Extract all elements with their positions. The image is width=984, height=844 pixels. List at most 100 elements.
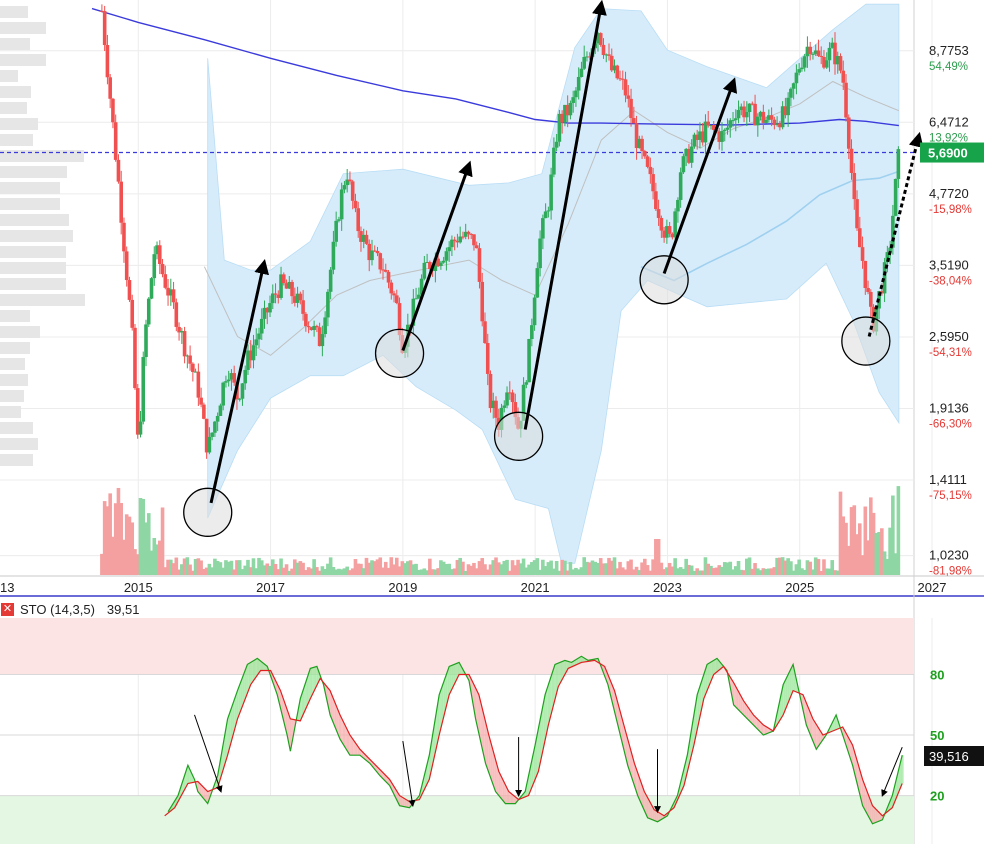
close-icon[interactable]: ✕: [1, 602, 14, 616]
candle-body: [844, 82, 848, 118]
stoch-fill: [289, 717, 292, 748]
candle-body: [422, 262, 427, 279]
candle-body: [576, 76, 581, 91]
stoch-fill: [349, 733, 351, 756]
volume-profile-bar: [0, 22, 46, 34]
stoch-fill: [817, 726, 819, 748]
candle-body: [439, 262, 443, 266]
candle-body: [191, 363, 195, 372]
candle-body: [259, 318, 264, 334]
volume-profile-bar: [0, 118, 38, 130]
stoch-fill: [340, 714, 342, 742]
volume-profile-bar: [0, 326, 40, 338]
price-pct-label: -66,30%: [929, 419, 972, 431]
candle-body: [394, 295, 399, 304]
volume-profile-bar: [0, 342, 30, 354]
stoch-level-label: 20: [930, 789, 944, 804]
annotation-circle: [841, 316, 891, 366]
candle-body: [791, 83, 796, 89]
candle-body: [728, 120, 733, 128]
volume-profile-bar: [0, 86, 31, 98]
candle-body: [841, 70, 846, 83]
candle-body: [108, 77, 112, 99]
candle-body: [756, 116, 760, 126]
candle-body: [483, 321, 487, 344]
stoch-fill: [646, 796, 649, 818]
candle-body: [532, 297, 537, 326]
candle-body: [827, 47, 832, 61]
candle-body: [574, 90, 578, 98]
price-pct-label: -15,98%: [929, 204, 972, 216]
time-tick-label: 13: [0, 580, 14, 595]
indicator-name[interactable]: STO (14,3,5): [20, 602, 95, 617]
candle-body: [342, 185, 347, 190]
candle-body: [182, 331, 187, 357]
chart-canvas[interactable]: 8,7753 54,49% 6,4712 13,92% 4,7720 -15,98% 3,5…: [0, 0, 984, 844]
candle-body: [414, 298, 418, 300]
price-pct-label: -81,98%: [929, 566, 972, 578]
stoch-fill: [788, 671, 790, 702]
stoch-fill: [763, 724, 765, 735]
candle-body: [466, 231, 471, 234]
volume-profile-bar: [0, 374, 28, 386]
candle-body: [328, 269, 333, 292]
candle-body: [447, 247, 451, 252]
candle-body: [196, 371, 201, 398]
candle-body: [648, 166, 653, 175]
candle-body: [383, 269, 388, 272]
stoch-fill: [242, 674, 244, 707]
stoch-fill: [244, 667, 247, 700]
stoch-fill: [785, 676, 788, 709]
stoch-fill: [399, 795, 401, 806]
candle-body: [554, 141, 559, 148]
stoch-fill: [250, 662, 252, 687]
candle-body: [656, 209, 661, 218]
price-axis[interactable]: 8,7753 54,49% 6,4712 13,92% 4,7720 -15,98% 3,5…: [920, 43, 984, 578]
annotation-circle: [493, 411, 544, 461]
candle-body: [224, 381, 228, 383]
candle-body: [119, 181, 123, 223]
stoch-fill: [654, 810, 657, 822]
candle-body: [339, 189, 344, 220]
candle-body: [800, 67, 804, 70]
stoch-fill: [451, 665, 453, 691]
candle-body: [375, 250, 380, 254]
candle-body: [645, 156, 650, 167]
volume-profile-bar: [0, 278, 66, 290]
candle-body: [326, 291, 330, 318]
volume-profile-bar: [0, 134, 33, 146]
stoch-fill: [313, 667, 315, 692]
stoch-fill: [789, 668, 792, 699]
candle-body: [111, 98, 115, 123]
candle-body: [226, 379, 231, 382]
volume-profile-bar: [0, 54, 46, 66]
time-axis[interactable]: 13 2015 2017 2019 2021 2023 2025 2027: [0, 580, 946, 595]
candle-body: [273, 293, 278, 295]
stoch-last-label: 39,516: [929, 749, 969, 764]
stoch-fill: [656, 810, 658, 822]
candle-body: [331, 241, 336, 270]
candle-body: [251, 345, 256, 361]
candle-body: [337, 219, 341, 221]
volume-profile-bar: [0, 150, 84, 162]
candle-body: [474, 245, 479, 249]
candle-body: [601, 44, 606, 56]
candle-body: [538, 238, 542, 269]
stoch-fill: [500, 774, 502, 799]
candle-body: [527, 338, 531, 383]
candle-body: [568, 102, 573, 116]
candle-body: [824, 60, 829, 68]
candle-body: [733, 118, 738, 121]
candle-body: [141, 357, 146, 422]
candle-body: [541, 218, 545, 239]
candle-body: [819, 55, 824, 57]
candle-body: [549, 174, 553, 211]
stochastic-panel[interactable]: 80 50 20 39,516: [0, 618, 984, 844]
time-tick-label: 2027: [918, 580, 947, 595]
candle-body: [838, 56, 843, 71]
volume-profile-bar: [0, 70, 18, 82]
candle-body: [389, 282, 394, 294]
stoch-fill: [784, 679, 786, 712]
candle-body: [811, 53, 815, 55]
price-tick-label: 4,7720: [929, 186, 969, 201]
